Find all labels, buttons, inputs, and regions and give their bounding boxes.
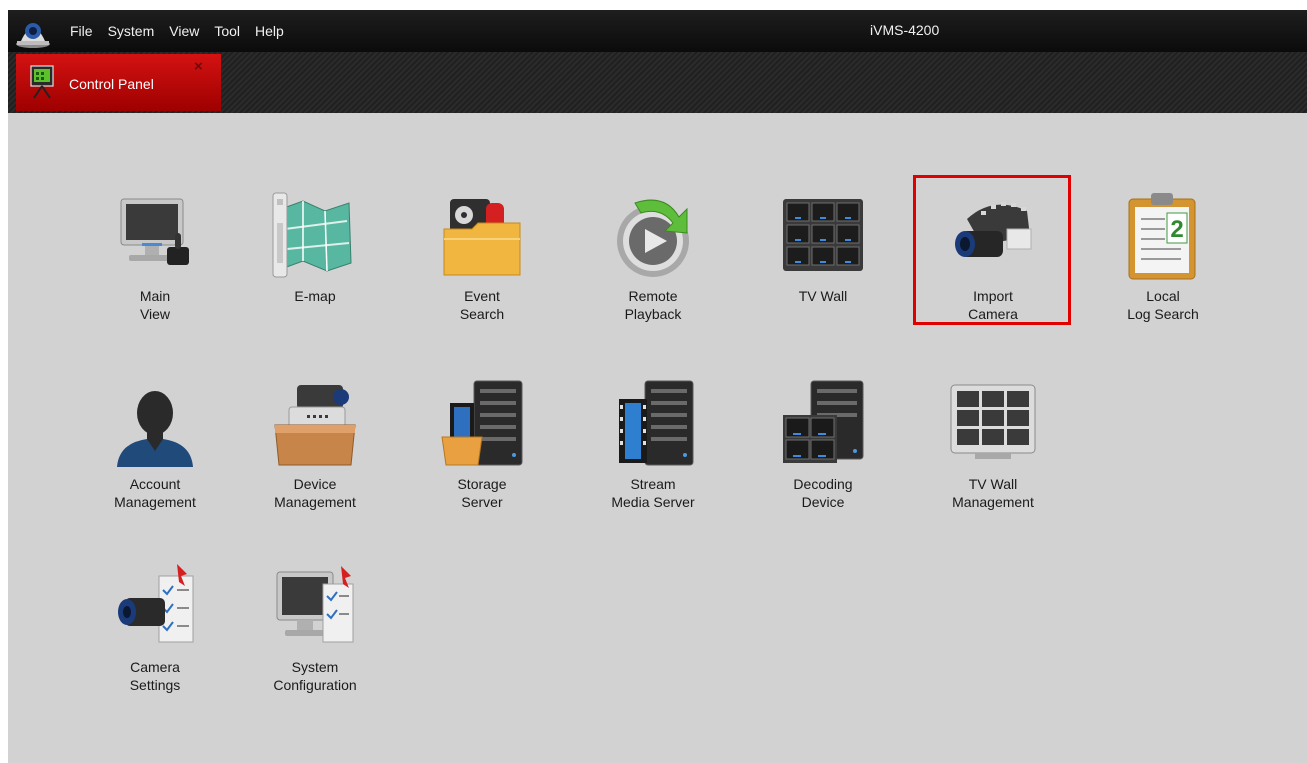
system-configuration-label: System Configuration	[245, 658, 385, 694]
device-management-label-line: Management	[274, 494, 356, 510]
camera-settings-item[interactable]: Camera Settings	[85, 560, 225, 694]
event-search-label-line: Search	[459, 306, 505, 322]
title-bar: File System View Tool Help iVMS-4200	[8, 10, 1307, 52]
menu-help[interactable]: Help	[255, 23, 284, 39]
system-configuration-item[interactable]: System Configuration	[245, 560, 385, 694]
device-management-item[interactable]: Device Management	[245, 377, 385, 511]
camera-settings-icon	[118, 564, 194, 643]
tv-wall-icon	[783, 199, 863, 271]
account-management-label-line: Management	[114, 494, 196, 510]
local-log-search-item[interactable]: 2 Local Log Search	[1093, 189, 1233, 323]
folder-event-icon	[443, 199, 521, 276]
control-panel-content: Main View E-map Event Search Remote Playback T…	[8, 113, 1307, 763]
remote-playback-label-line: Remote	[628, 288, 678, 304]
tv-wall-label-line: TV Wall	[798, 288, 848, 304]
main-view-label: Main View	[85, 287, 225, 323]
event-search-label-line: Event	[464, 288, 500, 304]
import-camera-item[interactable]: Import Camera	[923, 189, 1063, 323]
storage-server-label-line: Server	[461, 494, 503, 510]
storage-server-label-line: Storage	[457, 476, 507, 492]
system-configuration-label-line: Configuration	[273, 677, 357, 693]
camera-settings-label-line: Settings	[129, 677, 181, 693]
camera-settings-label-line: Camera	[130, 659, 180, 675]
svg-text:2: 2	[1170, 216, 1183, 243]
tv-wall-management-label-line: TV Wall	[968, 476, 1018, 492]
e-map-label-line: E-map	[294, 288, 336, 304]
playback-icon	[617, 199, 689, 277]
menu-file[interactable]: File	[70, 23, 93, 39]
camera-film-icon	[955, 202, 1032, 257]
control-panel-icon	[30, 65, 54, 99]
stream-media-server-item[interactable]: Stream Media Server	[583, 377, 723, 511]
decoding-device-item[interactable]: Decoding Device	[753, 377, 893, 511]
device-box-icon	[274, 385, 356, 466]
menu-bar: File System View Tool Help	[70, 10, 299, 52]
tv-wall-item[interactable]: TV Wall	[753, 189, 893, 323]
map-icon	[272, 192, 352, 278]
account-management-label-line: Account	[129, 476, 181, 492]
app-window: File System View Tool Help iVMS-4200 Con…	[8, 10, 1307, 763]
remote-playback-label-line: Playback	[624, 306, 682, 322]
local-log-search-label-line: Local	[1146, 288, 1180, 304]
stream-media-server-label: Stream Media Server	[583, 475, 723, 511]
tab-bar: Control Panel ×	[8, 52, 1307, 113]
e-map-label: E-map	[245, 287, 385, 323]
tab-control-panel[interactable]: Control Panel ×	[16, 54, 221, 111]
user-silhouette-icon	[117, 391, 193, 467]
account-management-item[interactable]: Account Management	[85, 377, 225, 511]
main-view-item[interactable]: Main View	[85, 189, 225, 323]
menu-system[interactable]: System	[108, 23, 155, 39]
decoding-device-label: Decoding Device	[753, 475, 893, 511]
system-configuration-label-line: System	[291, 659, 339, 675]
e-map-item[interactable]: E-map	[245, 189, 385, 323]
tv-wall-label: TV Wall	[753, 287, 893, 323]
device-management-label-line: Device	[293, 476, 337, 492]
stream-media-server-label-line: Media Server	[611, 494, 695, 510]
import-camera-label-line: Import	[973, 288, 1013, 304]
import-camera-label: Import Camera	[923, 287, 1063, 323]
storage-server-icon	[441, 380, 523, 466]
device-management-label: Device Management	[245, 475, 385, 511]
stream-media-server-label-line: Stream	[630, 476, 676, 492]
local-log-search-label-line: Log Search	[1127, 306, 1199, 322]
storage-server-label: Storage Server	[412, 475, 552, 511]
tab-label: Control Panel	[69, 76, 154, 92]
remote-playback-item[interactable]: Remote Playback	[583, 189, 723, 323]
app-logo-icon	[16, 23, 50, 48]
camera-settings-label: Camera Settings	[85, 658, 225, 694]
clipboard-log-icon: 2	[1128, 193, 1196, 280]
stream-server-icon	[619, 380, 694, 466]
storage-server-item[interactable]: Storage Server	[412, 377, 552, 511]
menu-view[interactable]: View	[169, 23, 199, 39]
import-camera-label-line: Camera	[968, 306, 1018, 322]
e-map-label-line	[245, 305, 385, 323]
event-search-item[interactable]: Event Search	[412, 189, 552, 323]
decoding-device-icon	[783, 380, 864, 463]
decoding-device-label-line: Device	[801, 494, 845, 510]
tv-wall-management-item[interactable]: TV Wall Management	[923, 377, 1063, 511]
system-config-icon	[276, 566, 354, 643]
local-log-search-label: Local Log Search	[1093, 287, 1233, 323]
tv-wall-grid-icon	[950, 384, 1036, 459]
remote-playback-label: Remote Playback	[583, 287, 723, 323]
app-title: iVMS-4200	[870, 22, 940, 38]
main-view-label-line: Main	[139, 288, 171, 304]
menu-tool[interactable]: Tool	[214, 23, 240, 39]
decoding-device-label-line: Decoding	[793, 476, 853, 492]
tab-close-icon[interactable]: ×	[194, 58, 203, 75]
tv-wall-management-label-line: Management	[952, 494, 1034, 510]
tv-wall-label-line	[753, 305, 893, 323]
main-view-label-line: View	[139, 306, 171, 322]
monitor-joystick-icon	[120, 198, 189, 265]
event-search-label: Event Search	[412, 287, 552, 323]
account-management-label: Account Management	[85, 475, 225, 511]
tv-wall-management-label: TV Wall Management	[923, 475, 1063, 511]
